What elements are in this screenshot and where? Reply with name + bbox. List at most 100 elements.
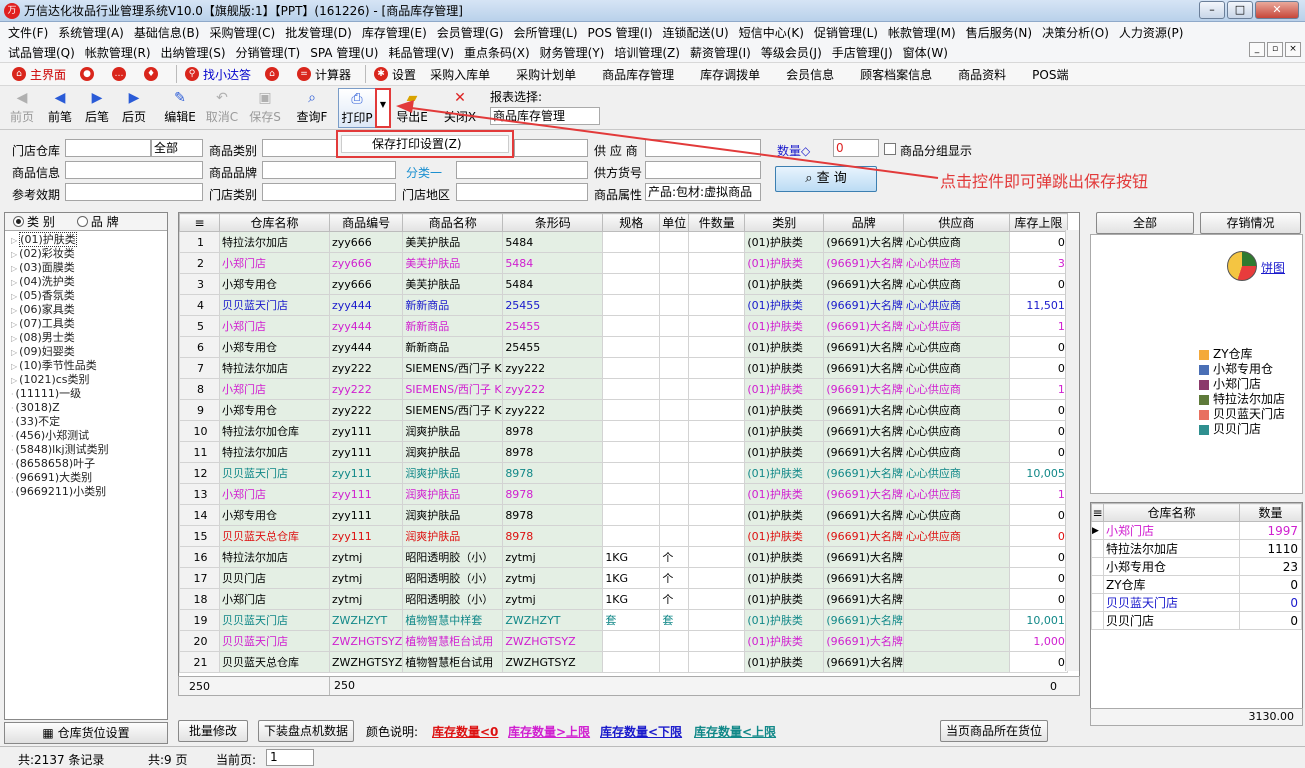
tree-item[interactable]: ▷ (03)面膜类 (5, 261, 167, 275)
menu-item[interactable]: 文件(F) (8, 24, 48, 41)
cell-brand[interactable]: (96691)大名牌 (823, 294, 904, 316)
minimize-icon[interactable]: – (1199, 1, 1225, 19)
cell-unit[interactable]: 套 (659, 609, 690, 631)
cell-max[interactable]: 0 (1008, 420, 1068, 442)
column-header[interactable]: 供应商 (902, 213, 1010, 232)
cell-bar[interactable]: 8978 (502, 525, 604, 547)
cell-name[interactable]: 美芙护肤品 (402, 231, 504, 253)
quick-link[interactable]: 采购入库单 (430, 66, 490, 83)
export-button[interactable]: ▰ 导出E (392, 88, 432, 128)
warehouse-name[interactable]: ZY仓库 (1103, 575, 1240, 594)
cell-brand[interactable]: (96691)大名牌 (823, 609, 904, 631)
cell-bar[interactable]: 5484 (502, 231, 604, 253)
cell-brand[interactable]: (96691)大名牌 (823, 651, 904, 673)
tree-item[interactable]: · (96691)大类别 (5, 471, 167, 485)
menu-item[interactable]: 采购管理(C) (209, 24, 275, 41)
cell-cat[interactable]: (01)护肤类 (744, 630, 825, 652)
tree-expander-icon[interactable]: ▷ (11, 348, 17, 357)
cell-spec[interactable]: 1KG (602, 546, 661, 568)
tree-expander-icon[interactable]: ▷ (11, 306, 17, 315)
cell-bar[interactable]: 8978 (502, 504, 604, 526)
cell-store[interactable]: 贝贝蓝天门店 (219, 609, 330, 631)
supplier-code-input[interactable] (645, 161, 761, 179)
cell-spec[interactable] (602, 483, 661, 505)
quick-link[interactable]: 商品库存管理 (602, 66, 674, 83)
cell-brand[interactable]: (96691)大名牌 (823, 504, 904, 526)
cell-code[interactable]: zyy444 (328, 294, 404, 316)
menu-item[interactable]: 分销管理(T) (236, 44, 301, 61)
tab-all[interactable]: 全部 (1096, 212, 1194, 234)
tree-expander-icon[interactable]: ▷ (11, 376, 17, 385)
table-row[interactable]: 13 小郑门店 zyy111 润爽护肤品 8978 (01)护肤类 (96691)大名牌 心心… (179, 483, 1068, 505)
query-button[interactable]: ⌕ 查询F (292, 88, 332, 128)
tree-item[interactable]: ▷ (01)护肤类 (5, 232, 167, 247)
cell-max[interactable]: 0 (1008, 504, 1068, 526)
close-window-icon[interactable]: ✕ (1255, 1, 1299, 19)
cell-unit[interactable] (659, 630, 690, 652)
cell-pcs[interactable] (688, 252, 746, 274)
class-link[interactable]: 分类一 (406, 164, 442, 181)
cell-cat[interactable]: (01)护肤类 (744, 441, 825, 463)
tab-stock-sales[interactable]: 存销情况 (1200, 212, 1301, 234)
table-row[interactable]: 17 贝贝门店 zytmj 昭阳透明胶（小） zytmj 1KG 个 (01)护肤类 (9669… (179, 567, 1068, 589)
cell-brand[interactable]: (96691)大名牌 (823, 462, 904, 484)
cell-store[interactable]: 特拉法尔加店 (219, 546, 330, 568)
tree-expander-icon[interactable]: ▷ (11, 292, 17, 301)
cell-store[interactable]: 贝贝蓝天总仓库 (219, 651, 330, 673)
cell-bar[interactable]: 8978 (502, 420, 604, 442)
cell-brand[interactable]: (96691)大名牌 (823, 525, 904, 547)
cell-pcs[interactable] (688, 483, 746, 505)
cell-code[interactable]: zyy444 (328, 336, 404, 358)
cell-max[interactable]: 0 (1008, 336, 1068, 358)
tree-expander-icon[interactable]: · (11, 432, 14, 441)
table-row[interactable]: 10 特拉法尔加仓库 zyy111 润爽护肤品 8978 (01)护肤类 (96691)大名… (179, 420, 1068, 442)
menu-item[interactable]: 等级会员(J) (761, 44, 822, 61)
tree-expander-icon[interactable]: ▷ (11, 264, 17, 273)
warehouse-location-button[interactable]: ▦ 仓库货位设置 (4, 722, 168, 744)
cell-unit[interactable] (659, 357, 690, 379)
cell-bar[interactable]: ZWZHGTSYZ (502, 651, 604, 673)
menu-item[interactable]: 薪资管理(I) (690, 44, 751, 61)
cell-name[interactable]: 润爽护肤品 (402, 525, 504, 547)
cell-name[interactable]: SIEMENS/西门子 K (402, 378, 504, 400)
cell-sup[interactable]: 心心供应商 (902, 462, 1010, 484)
cell-pcs[interactable] (688, 441, 746, 463)
column-header[interactable]: 规格 (602, 213, 661, 232)
warehouse-name[interactable]: 特拉法尔加店 (1103, 539, 1240, 558)
cell-bar[interactable]: 25455 (502, 294, 604, 316)
tree-item[interactable]: · (11111)一级 (5, 387, 167, 401)
tree-expander-icon[interactable]: ▷ (11, 250, 17, 259)
cell-pcs[interactable] (688, 525, 746, 547)
cell-brand[interactable]: (96691)大名牌 (823, 588, 904, 610)
cell-bar[interactable]: zyy222 (502, 357, 604, 379)
cell-spec[interactable] (602, 420, 661, 442)
cell-pcs[interactable] (688, 630, 746, 652)
cell-sup[interactable]: 心心供应商 (902, 252, 1010, 274)
menu-item[interactable]: 基础信息(B) (134, 24, 200, 41)
cell-max[interactable]: 0 (1008, 567, 1068, 589)
cell-unit[interactable] (659, 315, 690, 337)
cell-max[interactable]: 3 (1008, 252, 1068, 274)
menu-item[interactable]: 连锁配送(U) (663, 24, 729, 41)
cell-cat[interactable]: (01)护肤类 (744, 504, 825, 526)
cell-spec[interactable] (602, 336, 661, 358)
cell-sup[interactable]: 心心供应商 (902, 399, 1010, 421)
cell-store[interactable]: 贝贝门店 (219, 567, 330, 589)
warehouse-row[interactable]: 贝贝蓝天门店 0 (1091, 593, 1302, 612)
cell-cat[interactable]: (01)护肤类 (744, 294, 825, 316)
radio-brand[interactable] (76, 216, 88, 227)
cell-unit[interactable]: 个 (659, 588, 690, 610)
warehouse-row[interactable]: 特拉法尔加店 1110 (1091, 539, 1302, 558)
menu-item[interactable]: 窗体(W) (903, 44, 948, 61)
cell-code[interactable]: zytmj (328, 588, 404, 610)
close-button[interactable]: ✕ 关闭X (440, 88, 480, 128)
cell-cat[interactable]: (01)护肤类 (744, 273, 825, 295)
cell-unit[interactable] (659, 252, 690, 274)
table-row[interactable]: 7 特拉法尔加店 zyy222 SIEMENS/西门子 Kzyy222 (01)护肤类(… (179, 357, 1068, 379)
cell-pcs[interactable] (688, 357, 746, 379)
cell-max[interactable]: 0 (1008, 441, 1068, 463)
query-submit-button[interactable]: ⌕ 查 询 (775, 166, 877, 192)
cell-max[interactable]: 1,000 (1008, 630, 1068, 652)
lock-shortcut[interactable]: ● (80, 67, 98, 81)
cell-unit[interactable] (659, 420, 690, 442)
